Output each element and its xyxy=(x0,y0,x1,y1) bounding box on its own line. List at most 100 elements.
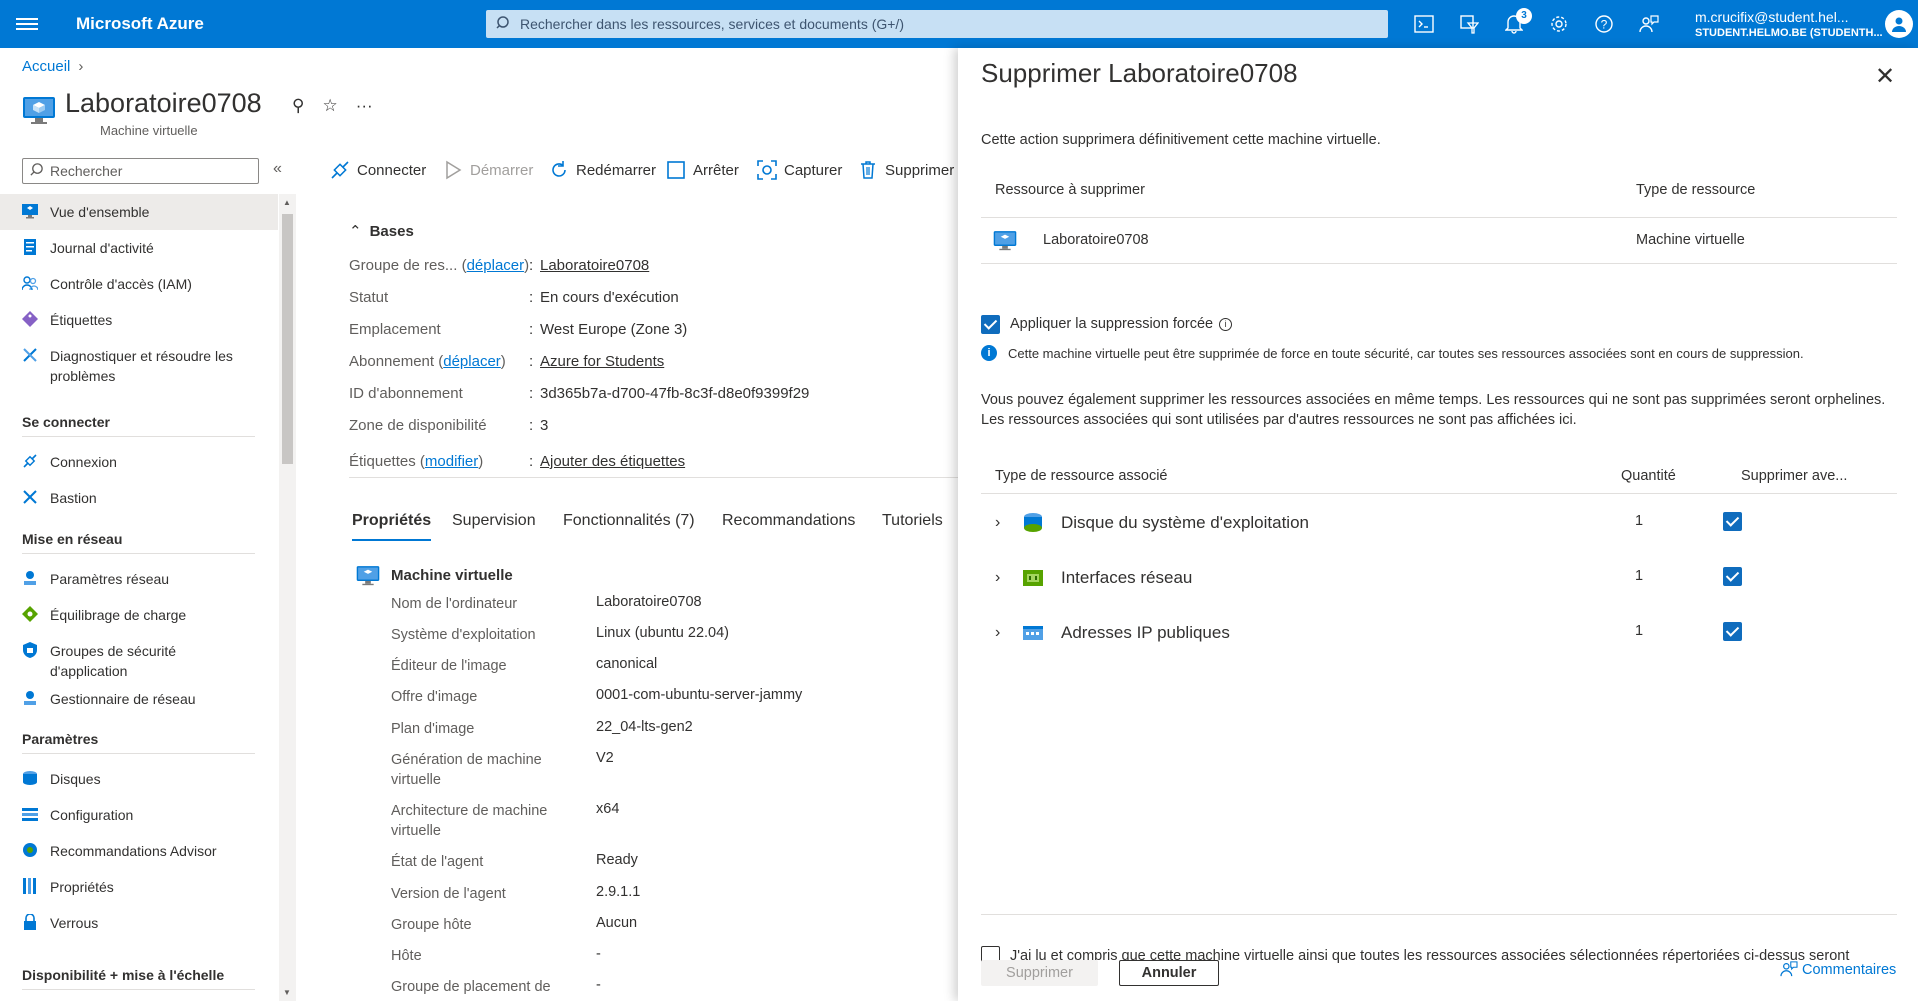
menu-icon[interactable] xyxy=(16,15,38,33)
table-row[interactable]: › Adresses IP publiques 1 xyxy=(981,608,1897,663)
lock-icon xyxy=(24,914,36,930)
disk-icon xyxy=(23,771,37,785)
confirm-delete-button[interactable]: Supprimer xyxy=(981,960,1098,986)
host-group-link[interactable]: Aucun xyxy=(596,915,637,931)
disk-icon xyxy=(1024,513,1042,532)
stop-icon xyxy=(667,161,685,179)
chevron-right-icon[interactable]: › xyxy=(995,569,1000,587)
pin-icon[interactable]: ⚲ xyxy=(292,96,304,115)
associated-resources-description: Vous pouvez également supprimer les ress… xyxy=(981,392,1886,428)
brand-title[interactable]: Microsoft Azure xyxy=(76,14,204,34)
tab-monitoring[interactable]: Supervision xyxy=(452,512,536,539)
sidebar-item-connection[interactable]: Connexion xyxy=(0,444,278,480)
more-icon[interactable]: ··· xyxy=(356,96,373,115)
essentials-divider xyxy=(349,477,959,478)
global-search-input[interactable]: Rechercher dans les ressources, services… xyxy=(486,10,1388,38)
directory-filter-icon[interactable] xyxy=(1455,10,1483,38)
close-icon[interactable]: ✕ xyxy=(1875,62,1895,91)
vm-icon xyxy=(356,566,380,586)
sidebar-item-load-balancing[interactable]: Équilibrage de charge xyxy=(0,597,278,633)
sidebar-scrollbar[interactable]: ▲ ▼ xyxy=(279,194,296,1001)
scroll-up-icon[interactable]: ▲ xyxy=(283,198,291,207)
panel-title: Supprimer Laboratoire0708 xyxy=(981,58,1298,88)
info-icon[interactable]: i xyxy=(1219,317,1233,331)
monitor-icon xyxy=(22,204,38,219)
feedback-icon xyxy=(1780,961,1798,977)
people-icon xyxy=(22,276,38,291)
sidebar-item-properties[interactable]: Propriétés xyxy=(0,869,278,905)
trash-icon xyxy=(861,161,875,179)
tab-capabilities[interactable]: Fonctionnalités (7) xyxy=(563,512,695,539)
sidebar-item-activity-log[interactable]: Journal d'activité xyxy=(0,230,278,266)
properties-icon xyxy=(23,878,36,894)
scroll-down-icon[interactable]: ▼ xyxy=(283,988,291,997)
sidebar-item-locks[interactable]: Verrous xyxy=(0,905,278,941)
sidebar-search-input[interactable]: Rechercher xyxy=(22,158,259,184)
edit-tags-link[interactable]: modifier xyxy=(425,453,478,470)
plug-icon xyxy=(331,161,349,179)
help-icon[interactable]: ? xyxy=(1590,10,1618,38)
force-delete-checkbox[interactable] xyxy=(981,315,1000,334)
user-account[interactable]: m.crucifix@student.hel... STUDENT.HELMO.… xyxy=(1695,9,1883,41)
advisor-icon xyxy=(23,843,37,857)
tag-icon xyxy=(22,311,38,327)
table-row: Laboratoire0708 Machine virtuelle xyxy=(981,218,1897,264)
plug-icon xyxy=(23,454,37,468)
tab-recommendations[interactable]: Recommandations xyxy=(722,512,855,539)
resource-group-link[interactable]: Laboratoire0708 xyxy=(540,257,649,274)
notifications-icon[interactable]: 3 xyxy=(1500,8,1532,38)
user-email: m.crucifix@student.hel... xyxy=(1695,9,1849,25)
star-icon[interactable]: ☆ xyxy=(322,96,337,115)
move-resource-group-link[interactable]: déplacer xyxy=(467,257,525,274)
table-row[interactable]: › Interfaces réseau 1 xyxy=(981,553,1897,608)
sidebar-item-tags[interactable]: Étiquettes xyxy=(0,302,278,338)
feedback-link[interactable]: Commentaires xyxy=(1780,961,1896,978)
chevron-right-icon[interactable]: › xyxy=(995,624,1000,642)
search-icon xyxy=(30,163,43,176)
breadcrumb-home[interactable]: Accueil xyxy=(22,58,70,75)
chevron-right-icon[interactable]: › xyxy=(995,514,1000,532)
sidebar-item-advisor[interactable]: Recommandations Advisor xyxy=(0,833,278,869)
cancel-button[interactable]: Annuler xyxy=(1119,960,1219,986)
feedback-icon[interactable] xyxy=(1635,10,1663,38)
status-value: En cours d'exécution xyxy=(540,289,679,306)
subscription-link[interactable]: Azure for Students xyxy=(540,353,664,370)
tab-tutorials[interactable]: Tutoriels xyxy=(882,512,943,539)
collapse-sidebar-icon[interactable]: « xyxy=(273,160,282,178)
sidebar-item-network-settings[interactable]: Paramètres réseau xyxy=(0,561,278,597)
associated-table-header: Type de ressource associé Quantité Suppr… xyxy=(981,458,1897,494)
scrollbar-thumb[interactable] xyxy=(282,214,293,464)
gear-icon[interactable] xyxy=(1545,10,1573,38)
notifications-badge: 3 xyxy=(1516,8,1532,24)
add-tags-link[interactable]: Ajouter des étiquettes xyxy=(540,453,685,470)
delete-with-checkbox[interactable] xyxy=(1723,622,1742,641)
sidebar-item-bastion[interactable]: Bastion xyxy=(0,480,278,516)
tab-properties[interactable]: Propriétés xyxy=(352,512,432,541)
sidebar-item-disks[interactable]: Disques xyxy=(0,761,278,797)
wrench-icon xyxy=(23,348,37,362)
force-delete-label: Appliquer la suppression forcée i xyxy=(1010,316,1233,332)
bastion-icon xyxy=(23,490,37,504)
essentials-toggle[interactable]: ⌃ Bases xyxy=(349,222,414,240)
log-icon xyxy=(24,239,36,255)
delete-with-checkbox[interactable] xyxy=(1723,512,1742,531)
sidebar-item-configuration[interactable]: Configuration xyxy=(0,797,278,833)
sidebar-item-iam[interactable]: Contrôle d'accès (IAM) xyxy=(0,266,278,302)
table-row[interactable]: › Disque du système d'exploitation 1 xyxy=(981,498,1897,553)
config-icon xyxy=(22,808,38,821)
move-subscription-link[interactable]: déplacer xyxy=(443,353,501,370)
sidebar-item-app-security-groups[interactable]: Groupes de sécurité d'application xyxy=(0,633,278,681)
page-subtitle: Machine virtuelle xyxy=(100,123,198,138)
sidebar-item-network-manager[interactable]: Gestionnaire de réseau xyxy=(0,681,278,717)
delete-with-checkbox[interactable] xyxy=(1723,567,1742,586)
resource-table-header: Ressource à supprimer Type de ressource xyxy=(981,182,1897,218)
sidebar-section-availability: Disponibilité + mise à l'échelle xyxy=(22,967,255,990)
sidebar-item-overview[interactable]: Vue d'ensemble xyxy=(0,194,278,230)
avatar[interactable] xyxy=(1885,10,1913,38)
sidebar-section-connect: Se connecter xyxy=(22,414,255,437)
title-actions: ⚲ ☆ ··· xyxy=(292,96,391,116)
cloud-shell-icon[interactable] xyxy=(1410,10,1438,38)
sidebar-item-diagnose[interactable]: Diagnostiquer et résoudre les problèmes xyxy=(0,338,278,386)
breadcrumb: Accueil › xyxy=(22,58,83,75)
user-avatar-icon xyxy=(1892,17,1906,32)
